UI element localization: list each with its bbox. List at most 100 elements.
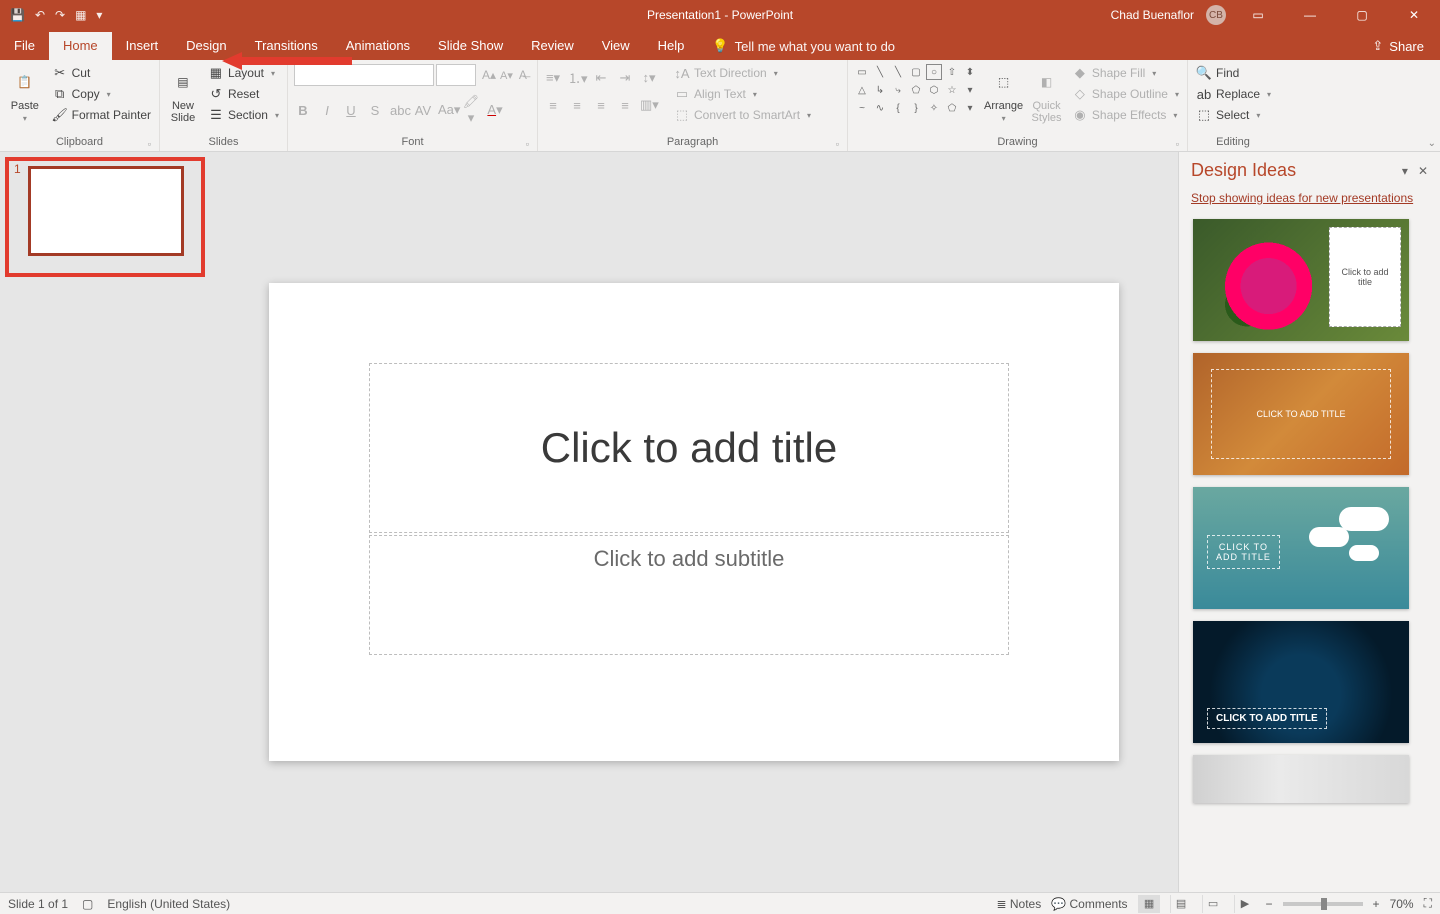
minimize-icon[interactable]: ― xyxy=(1290,0,1330,30)
collapse-ribbon-icon[interactable]: ⌄ xyxy=(1428,138,1436,149)
slideshow-view-icon[interactable]: ▶ xyxy=(1234,895,1256,913)
underline-icon[interactable]: U xyxy=(342,103,360,118)
tell-me-search[interactable]: 💡 Tell me what you want to do xyxy=(698,32,909,60)
slide[interactable]: Click to add title Click to add subtitle xyxy=(269,283,1119,761)
find-button[interactable]: 🔍Find xyxy=(1194,64,1273,82)
replace-button[interactable]: abReplace xyxy=(1194,85,1273,103)
align-text-button[interactable]: ▭Align Text xyxy=(672,85,813,103)
title-placeholder[interactable]: Click to add title xyxy=(369,363,1009,533)
shadow-icon[interactable]: S xyxy=(366,103,384,118)
drawing-launcher-icon[interactable]: ▫ xyxy=(1176,139,1179,149)
tab-animations[interactable]: Animations xyxy=(332,32,424,60)
section-button[interactable]: ☰Section xyxy=(206,106,281,124)
design-idea-3[interactable]: CLICK TO ADD TITLE xyxy=(1193,487,1409,609)
reading-view-icon[interactable]: ▭ xyxy=(1202,895,1224,913)
shape-effects-button[interactable]: ◉Shape Effects xyxy=(1070,106,1181,124)
font-size-input[interactable] xyxy=(436,64,476,86)
tab-transitions[interactable]: Transitions xyxy=(241,32,332,60)
align-left-icon[interactable]: ≡ xyxy=(544,98,562,113)
undo-icon[interactable]: ↶ xyxy=(35,8,45,22)
maximize-icon[interactable]: ▢ xyxy=(1342,0,1382,30)
fit-to-window-icon[interactable]: ⛶ xyxy=(1424,896,1432,911)
align-center-icon[interactable]: ≡ xyxy=(568,98,586,113)
pane-close-icon[interactable]: ✕ xyxy=(1418,164,1428,178)
font-name-input[interactable] xyxy=(294,64,434,86)
notes-button[interactable]: ≣ Notes xyxy=(996,897,1041,911)
design-idea-1[interactable]: Click to add title xyxy=(1193,219,1409,341)
cut-button[interactable]: ✂Cut xyxy=(50,64,153,82)
shape-outline-button[interactable]: ◇Shape Outline xyxy=(1070,85,1181,103)
zoom-level[interactable]: 70% xyxy=(1390,897,1414,911)
new-slide-button[interactable]: ▤ New Slide xyxy=(166,64,200,134)
clipboard-launcher-icon[interactable]: ▫ xyxy=(148,139,151,149)
shape-fill-button[interactable]: ◆Shape Fill xyxy=(1070,64,1181,82)
line-spacing-icon[interactable]: ↕▾ xyxy=(640,70,658,86)
sorter-view-icon[interactable]: ▤ xyxy=(1170,895,1192,913)
align-right-icon[interactable]: ≡ xyxy=(592,98,610,113)
zoom-slider[interactable] xyxy=(1283,902,1363,906)
shapes-gallery[interactable]: ▭╲╲▢○⇧⬍ △↳⤷⬠⬡☆▾ ~∿{}✧⬠▾ xyxy=(854,64,978,134)
tab-design[interactable]: Design xyxy=(172,32,240,60)
select-button[interactable]: ⬚Select xyxy=(1194,106,1273,124)
copy-button[interactable]: ⧉Copy xyxy=(50,85,153,103)
pane-options-icon[interactable]: ▾ xyxy=(1402,164,1408,178)
redo-icon[interactable]: ↷ xyxy=(55,8,65,22)
character-spacing-icon[interactable]: AV xyxy=(414,103,432,118)
decrease-indent-icon[interactable]: ⇤ xyxy=(592,70,610,86)
decrease-font-icon[interactable]: A▾ xyxy=(500,69,513,82)
arrange-button[interactable]: ⬚ Arrange ▾ xyxy=(984,64,1023,134)
slide-canvas-area[interactable]: Click to add title Click to add subtitle xyxy=(210,152,1178,892)
numbering-icon[interactable]: ⒈▾ xyxy=(568,68,586,87)
tab-home[interactable]: Home xyxy=(49,32,112,60)
save-icon[interactable]: 💾 xyxy=(10,8,25,22)
convert-smartart-button[interactable]: ⬚Convert to SmartArt xyxy=(672,106,813,124)
clear-formatting-icon[interactable]: A̶ xyxy=(519,68,527,82)
zoom-in-icon[interactable]: + xyxy=(1373,897,1380,911)
font-color-icon[interactable]: A▾ xyxy=(486,102,504,118)
paragraph-launcher-icon[interactable]: ▫ xyxy=(836,139,839,149)
stop-ideas-link[interactable]: Stop showing ideas for new presentations xyxy=(1191,191,1413,205)
start-from-beginning-icon[interactable]: ▦ xyxy=(75,8,86,22)
tab-slideshow[interactable]: Slide Show xyxy=(424,32,517,60)
slide-counter[interactable]: Slide 1 of 1 xyxy=(8,897,68,911)
tab-review[interactable]: Review xyxy=(517,32,588,60)
design-idea-4[interactable]: CLICK TO ADD TITLE xyxy=(1193,621,1409,743)
language-status[interactable]: English (United States) xyxy=(107,897,230,911)
italic-icon[interactable]: I xyxy=(318,103,336,118)
font-launcher-icon[interactable]: ▫ xyxy=(526,139,529,149)
text-direction-button[interactable]: ↕AText Direction xyxy=(672,64,813,82)
design-ideas-list[interactable]: Click to add title CLICK TO ADD TITLE CL… xyxy=(1179,213,1440,892)
tab-view[interactable]: View xyxy=(588,32,644,60)
spellcheck-icon[interactable]: ▢ xyxy=(82,897,93,911)
user-avatar[interactable]: CB xyxy=(1206,5,1226,25)
normal-view-icon[interactable]: ▦ xyxy=(1138,895,1160,913)
zoom-out-icon[interactable]: − xyxy=(1266,897,1273,911)
design-idea-2[interactable]: CLICK TO ADD TITLE xyxy=(1193,353,1409,475)
increase-font-icon[interactable]: A▴ xyxy=(482,68,496,82)
slide-thumbnail-1[interactable] xyxy=(28,166,184,256)
highlight-icon[interactable]: 🖍▾ xyxy=(462,94,480,126)
tab-help[interactable]: Help xyxy=(644,32,699,60)
layout-button[interactable]: ▦Layout xyxy=(206,64,281,82)
qat-more-icon[interactable]: ▾ xyxy=(96,8,102,22)
subtitle-placeholder[interactable]: Click to add subtitle xyxy=(369,535,1009,655)
ribbon-display-icon[interactable]: ▭ xyxy=(1238,0,1278,30)
paste-button[interactable]: 📋 Paste ▾ xyxy=(6,64,44,134)
change-case-icon[interactable]: Aa▾ xyxy=(438,102,456,118)
tab-insert[interactable]: Insert xyxy=(112,32,173,60)
bullets-icon[interactable]: ≡▾ xyxy=(544,70,562,86)
columns-icon[interactable]: ▥▾ xyxy=(640,97,658,113)
strikethrough-icon[interactable]: abc xyxy=(390,103,408,118)
close-icon[interactable]: ✕ xyxy=(1394,0,1434,30)
user-name[interactable]: Chad Buenaflor xyxy=(1111,8,1194,22)
design-idea-5[interactable] xyxy=(1193,755,1409,803)
reset-button[interactable]: ↺Reset xyxy=(206,85,281,103)
format-painter-button[interactable]: 🖌Format Painter xyxy=(50,106,153,124)
comments-button[interactable]: 💬 Comments xyxy=(1051,897,1127,911)
tab-file[interactable]: File xyxy=(0,32,49,60)
increase-indent-icon[interactable]: ⇥ xyxy=(616,70,634,86)
justify-icon[interactable]: ≡ xyxy=(616,98,634,113)
share-button[interactable]: ⇪ Share xyxy=(1356,32,1440,60)
bold-icon[interactable]: B xyxy=(294,103,312,118)
quick-styles-button[interactable]: ◧ Quick Styles xyxy=(1029,64,1064,134)
